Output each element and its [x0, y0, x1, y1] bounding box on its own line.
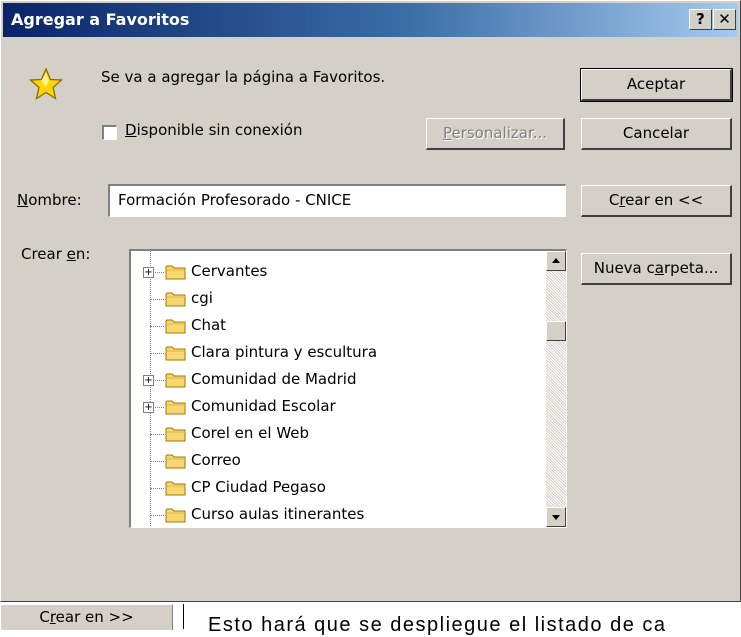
title-bar[interactable]: Agregar a Favoritos ? ✕ [3, 3, 738, 37]
folder-item[interactable]: Correo [143, 448, 533, 475]
vertical-scrollbar[interactable] [546, 251, 566, 527]
instruction-text: Esto hará que se despliegue el listado d… [208, 614, 667, 636]
scroll-down-button[interactable] [546, 507, 566, 527]
name-input[interactable]: Formación Profesorado - CNICE [108, 184, 566, 217]
tree-connector [150, 488, 164, 489]
expand-plus-icon[interactable]: + [143, 267, 154, 278]
folder-icon [165, 452, 187, 474]
folder-name: Comunidad de Madrid [191, 370, 357, 388]
ok-button[interactable]: Aceptar [580, 68, 733, 102]
tree-connector [150, 515, 164, 516]
tree-connector [150, 461, 164, 462]
favorites-star-icon [29, 67, 63, 100]
folder-item[interactable]: + Comunidad Escolar [143, 394, 533, 421]
arrow-up-icon [552, 258, 560, 263]
offline-checkbox[interactable] [102, 125, 117, 140]
help-button[interactable]: ? [689, 9, 712, 30]
create-in-label: Crear en: [21, 245, 91, 263]
close-button[interactable]: ✕ [713, 9, 736, 30]
folder-icon [165, 290, 187, 312]
cancel-button[interactable]: Cancelar [581, 118, 732, 150]
tree-connector [150, 434, 164, 435]
name-input-value: Formación Profesorado - CNICE [118, 191, 352, 209]
folder-icon [165, 371, 187, 393]
tree-connector [150, 299, 164, 300]
scrollbar-thumb[interactable] [546, 321, 566, 341]
new-folder-button[interactable]: Nueva carpeta... [581, 253, 732, 285]
personalize-button[interactable]: Personalizar... [426, 118, 565, 150]
folder-name: Comunidad Escolar [191, 397, 336, 415]
folder-item[interactable]: Clara pintura y escultura [143, 340, 533, 367]
add-favorites-dialog: Agregar a Favoritos ? ✕ Se va a agregar … [0, 0, 741, 602]
expand-plus-icon[interactable]: + [143, 375, 154, 386]
folder-name: CP Ciudad Pegaso [191, 478, 326, 496]
expand-plus-icon[interactable]: + [143, 402, 154, 413]
create-in-toggle-button[interactable]: Crear en << [581, 185, 732, 217]
tree-connector [150, 326, 164, 327]
folder-item[interactable]: + Comunidad de Madrid [143, 367, 533, 394]
folder-name: Curso aulas itinerantes [191, 505, 365, 523]
folder-name: Correo [191, 451, 241, 469]
favorites-message: Se va a agregar la página a Favoritos. [101, 68, 386, 86]
folder-icon [165, 317, 187, 339]
folder-item[interactable]: Chat [143, 313, 533, 340]
folder-name: Chat [191, 316, 227, 334]
folder-item[interactable]: cgi [143, 286, 533, 313]
folder-item[interactable]: Corel en el Web [143, 421, 533, 448]
dialog-title: Agregar a Favoritos [11, 10, 190, 29]
arrow-down-icon [552, 515, 560, 520]
scroll-up-button[interactable] [546, 251, 566, 271]
tree-connector [150, 353, 164, 354]
folder-name: Cervantes [191, 262, 268, 280]
folder-icon [165, 398, 187, 420]
offline-checkbox-label[interactable]: Disponible sin conexión [125, 121, 303, 139]
folder-tree[interactable]: + Cervantes cgi Chat Clara pintura y escultu… [129, 249, 567, 528]
folder-item[interactable]: Curso aulas itinerantes [143, 502, 533, 527]
folder-icon [165, 479, 187, 501]
folder-icon [165, 263, 187, 285]
folder-icon [165, 425, 187, 447]
folder-icon [165, 506, 187, 527]
create-in-expand-button[interactable]: Crear en >> [0, 604, 173, 630]
folder-name: Clara pintura y escultura [191, 343, 378, 361]
folder-item[interactable]: + Cervantes [143, 259, 533, 286]
name-label: Nombre: [17, 191, 82, 209]
folder-name: cgi [191, 289, 213, 307]
folder-name: Corel en el Web [191, 424, 310, 442]
folder-item[interactable]: CP Ciudad Pegaso [143, 475, 533, 502]
separator-line [183, 604, 184, 629]
folder-icon [165, 344, 187, 366]
